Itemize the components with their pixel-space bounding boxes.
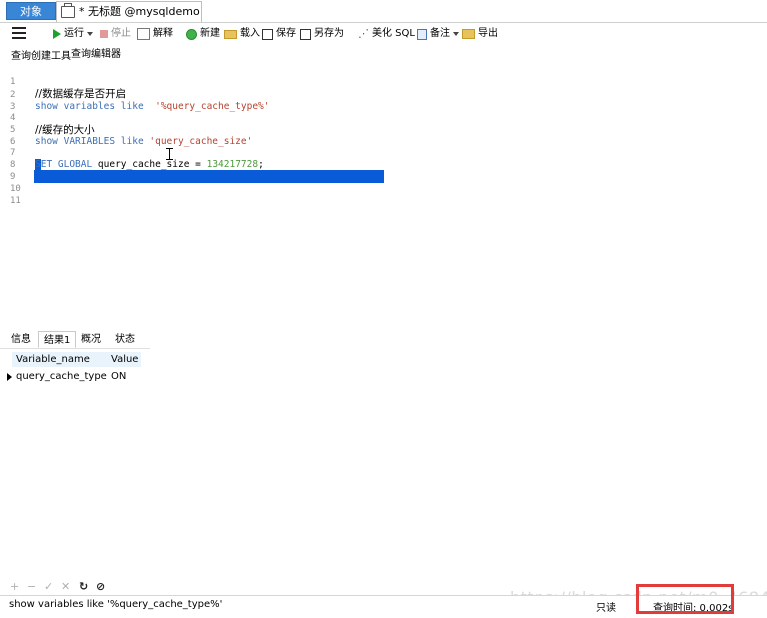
code-line: 2 show variables like '%query_cache_type… bbox=[10, 90, 270, 112]
sql-editor[interactable]: 1 //数据缓存是否开启 2 show variables like '%que… bbox=[0, 62, 767, 330]
load-button[interactable]: 载入 bbox=[224, 26, 260, 42]
tab-result1[interactable]: 结果1 bbox=[38, 331, 77, 348]
tab-objects[interactable]: 对象 bbox=[6, 2, 56, 20]
column-header-value[interactable]: Value bbox=[107, 352, 141, 367]
tab-query-builder[interactable]: 查询创建工具 bbox=[11, 47, 71, 62]
hamburger-menu-icon[interactable] bbox=[12, 27, 26, 41]
play-icon bbox=[53, 29, 61, 39]
beautify-sql-button[interactable]: ⋰ 美化 SQL bbox=[358, 26, 415, 42]
apply-changes-icon[interactable]: ✓ bbox=[44, 580, 53, 593]
code-line: 11 bbox=[10, 196, 21, 206]
query-tab-icon bbox=[61, 3, 75, 18]
code-line: 7 SET GLOBAL query_cache_size = 13421772… bbox=[10, 148, 264, 170]
code-line: 9 bbox=[10, 172, 16, 182]
save-as-button[interactable]: 另存为 bbox=[300, 26, 344, 42]
note-icon bbox=[417, 28, 427, 40]
explain-button[interactable]: 解释 bbox=[137, 26, 173, 42]
result-grid: Variable_name Value query_cache_type ON bbox=[0, 352, 767, 392]
export-button[interactable]: 导出 bbox=[462, 26, 498, 42]
grid-navigation: + − ✓ ✕ ↻ ⊘ bbox=[0, 580, 120, 594]
toolbar: 运行 停止 解释 新建 载入 保存 另存为 ⋰ 美化 SQL 备注 导出 bbox=[0, 23, 767, 45]
tab-info[interactable]: 信息 bbox=[6, 331, 36, 348]
folder-icon bbox=[224, 29, 237, 39]
table-cell[interactable]: ON bbox=[107, 369, 141, 384]
column-header-variable-name[interactable]: Variable_name bbox=[12, 352, 107, 367]
code-line: 8 bbox=[10, 160, 16, 170]
code-line: 4 //缓存的大小 bbox=[10, 113, 95, 136]
run-button[interactable]: 运行 bbox=[53, 26, 93, 42]
magic-wand-icon: ⋰ bbox=[358, 27, 369, 40]
stop-icon bbox=[100, 30, 108, 38]
chevron-down-icon[interactable] bbox=[453, 32, 459, 36]
divider bbox=[0, 348, 150, 349]
stop-refresh-icon[interactable]: ⊘ bbox=[96, 580, 105, 593]
code-line-selected: 10 select * from product_info where prod… bbox=[10, 184, 359, 206]
result-tabs: 信息 结果1 概况 状态 bbox=[0, 331, 767, 349]
explain-icon bbox=[137, 28, 150, 40]
stop-button[interactable]: 停止 bbox=[100, 26, 131, 42]
code-line: 5 show VARIABLES like 'query_cache_size' bbox=[10, 125, 253, 147]
tab-bar: 对象 * 无标题 @mysqldemo (loca... bbox=[0, 0, 767, 23]
status-readonly: 只读 bbox=[596, 603, 616, 614]
add-record-icon[interactable]: + bbox=[10, 580, 19, 593]
status-sql-text: show variables like '%query_cache_type%' bbox=[9, 599, 223, 610]
chevron-down-icon[interactable] bbox=[87, 32, 93, 36]
editor-mode-tabs: 查询创建工具 查询编辑器 bbox=[0, 45, 767, 62]
delete-record-icon[interactable]: − bbox=[27, 580, 36, 593]
table-cell[interactable]: query_cache_type bbox=[12, 369, 107, 384]
export-icon bbox=[462, 29, 475, 39]
note-button[interactable]: 备注 bbox=[417, 26, 459, 42]
text-cursor-icon bbox=[166, 148, 173, 160]
tab-status[interactable]: 状态 bbox=[110, 331, 140, 348]
discard-changes-icon[interactable]: ✕ bbox=[61, 580, 70, 593]
save-icon bbox=[262, 28, 273, 40]
save-button[interactable]: 保存 bbox=[262, 26, 296, 42]
new-icon bbox=[186, 28, 197, 40]
new-button[interactable]: 新建 bbox=[186, 26, 220, 42]
refresh-icon[interactable]: ↻ bbox=[79, 580, 88, 593]
annotation-highlight-box bbox=[636, 584, 734, 614]
code-line: 1 //数据缓存是否开启 bbox=[10, 77, 127, 100]
tab-query-editor[interactable]: 查询编辑器 bbox=[71, 45, 121, 60]
tab-query-untitled[interactable]: * 无标题 @mysqldemo (loca... bbox=[56, 1, 202, 22]
tab-query-label: * 无标题 @mysqldemo (loca... bbox=[79, 5, 201, 18]
tab-profile[interactable]: 概况 bbox=[76, 331, 106, 348]
selection-highlight bbox=[34, 170, 384, 183]
save-as-icon bbox=[300, 28, 311, 40]
